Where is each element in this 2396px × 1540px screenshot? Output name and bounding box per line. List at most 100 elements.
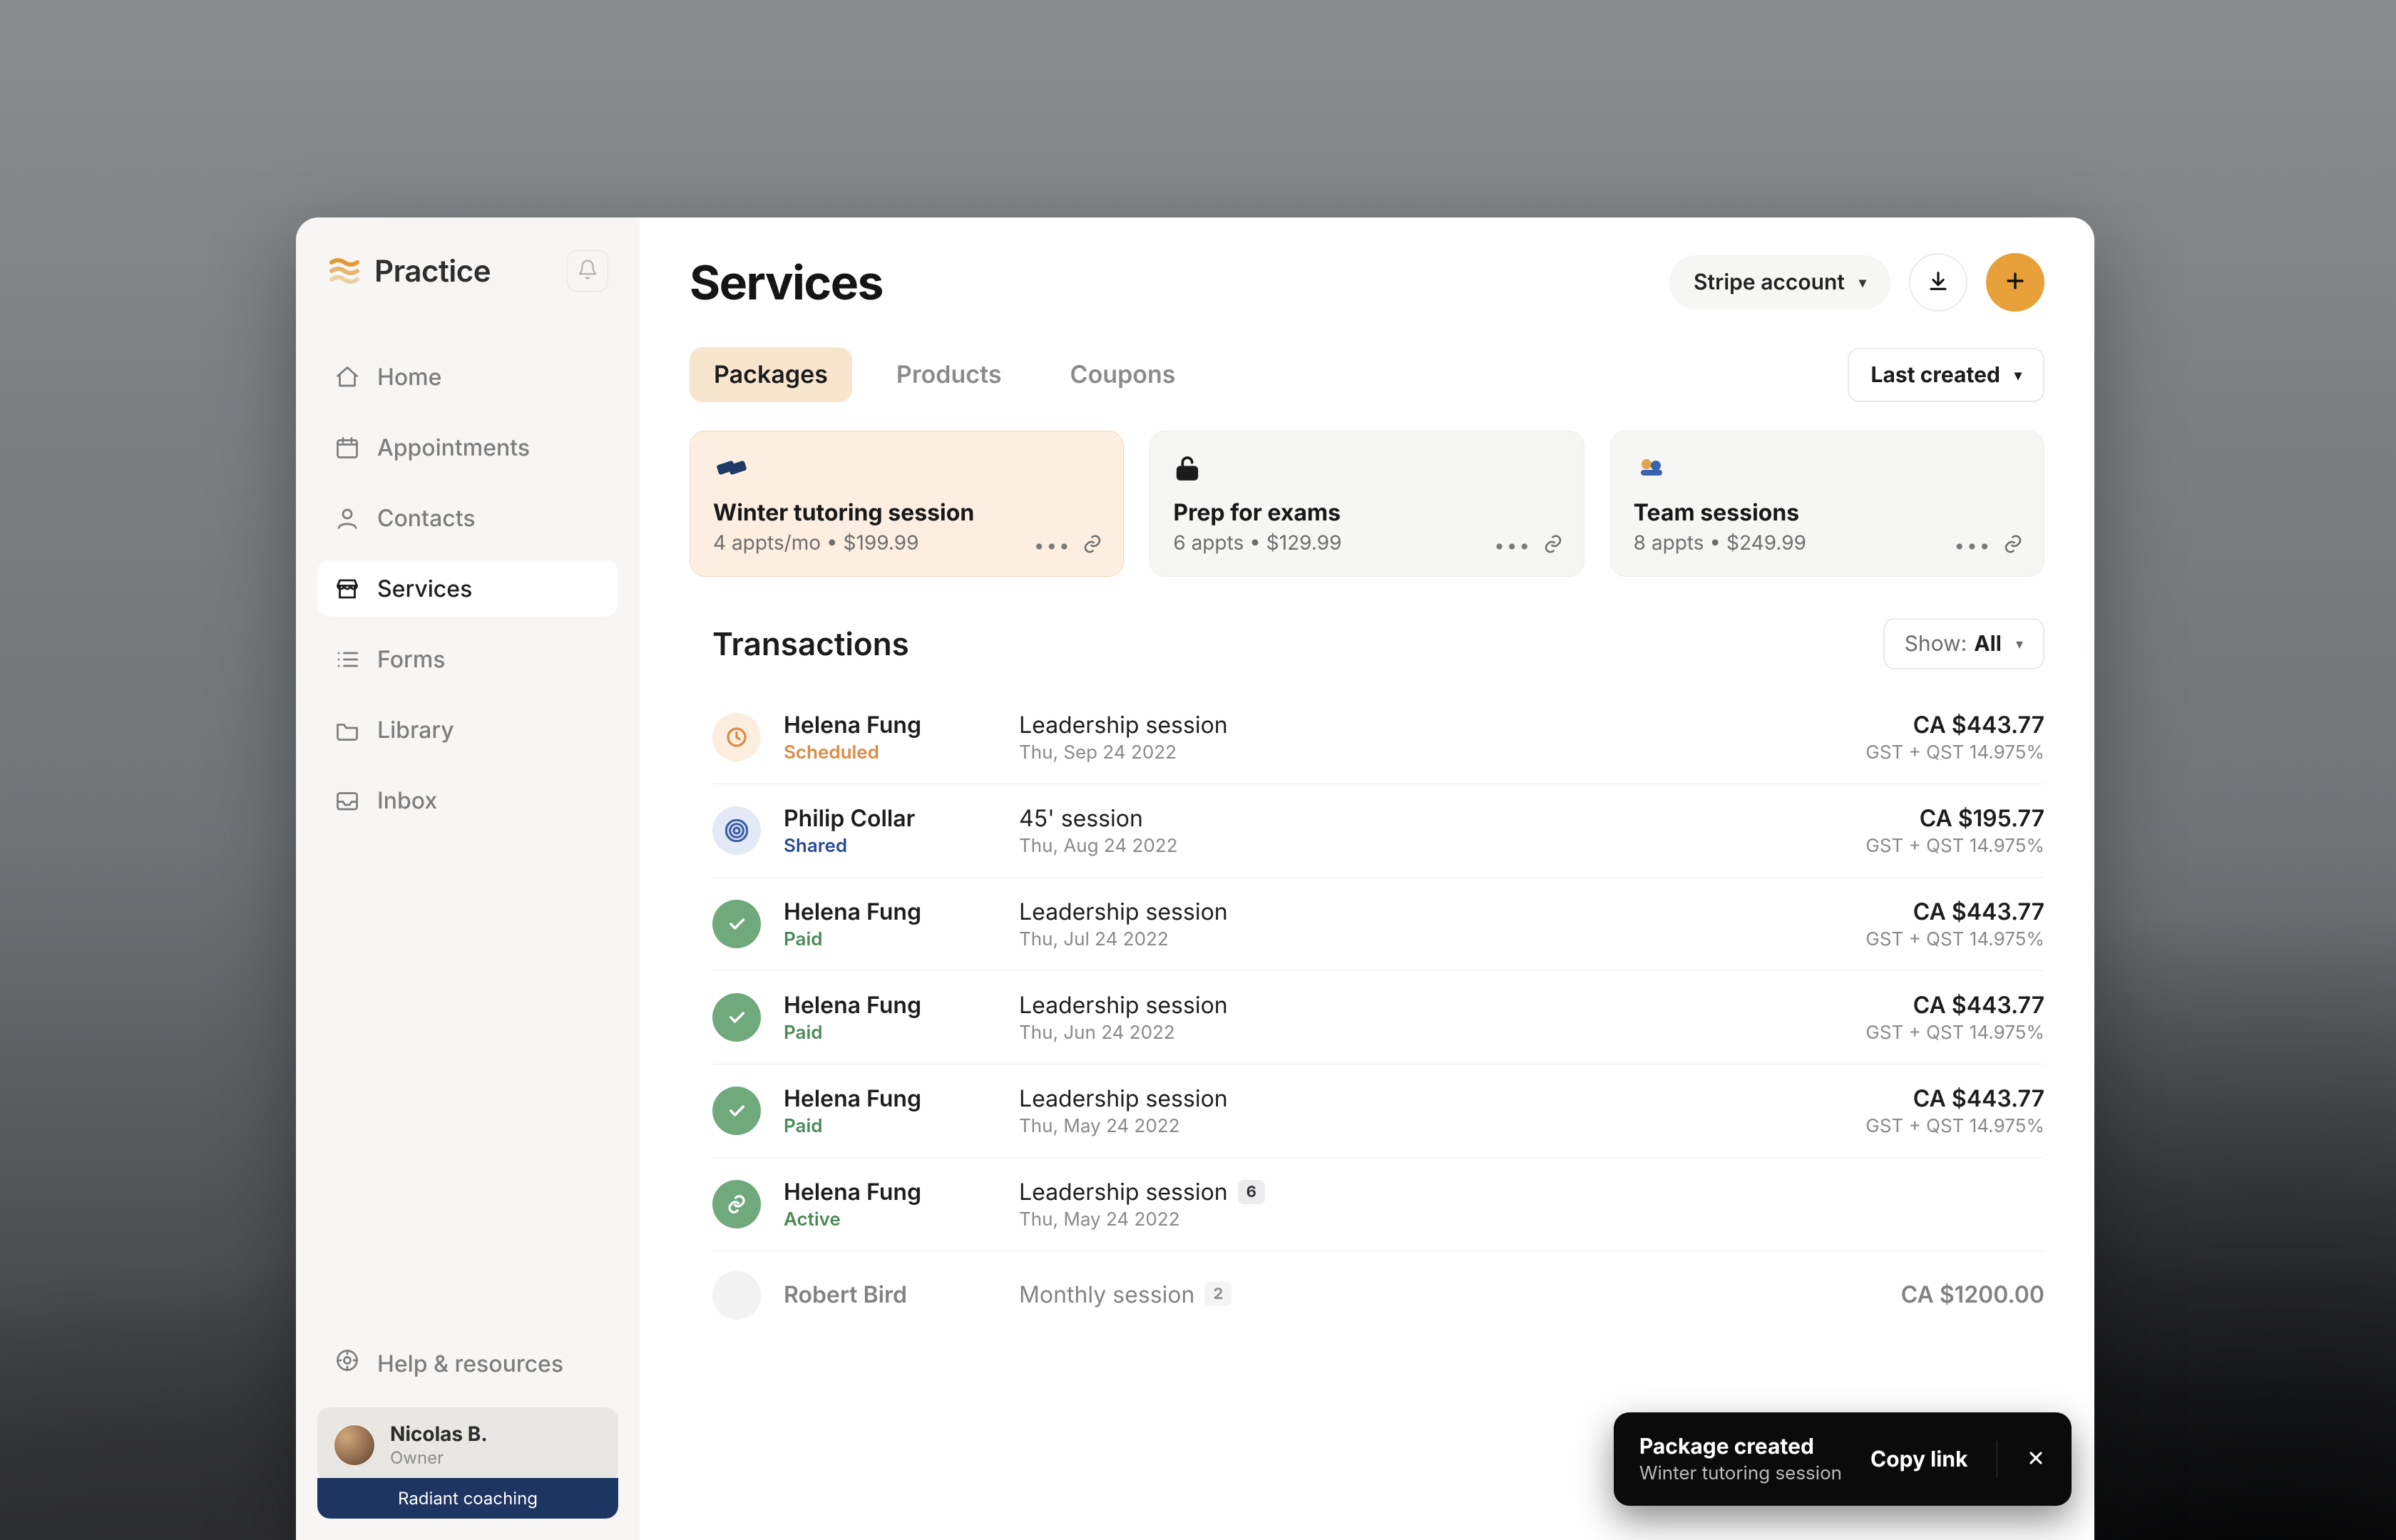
transaction-amount: CA $1200.00 [1788,1280,2044,1308]
filter-prefix: Show: [1905,631,1967,657]
stripe-account-dropdown[interactable]: Stripe account ▾ [1669,255,1890,309]
transaction-status: Paid [784,1115,1012,1137]
transaction-row[interactable]: Helena Fung Scheduled Leadership session… [712,691,2044,784]
tab-packages[interactable]: Packages [690,347,852,402]
sidebar-nav: Home Appointments Contacts Services [317,349,618,828]
user-card[interactable]: Nicolas B. Owner [317,1407,618,1482]
transaction-row[interactable]: Helena Fung Paid Leadership session Thu,… [712,878,2044,971]
org-switcher[interactable]: Radiant coaching [317,1478,618,1519]
transaction-name: Robert Bird [784,1280,1012,1308]
sort-label: Last created [1870,362,2000,388]
package-list: Winter tutoring session 4 appts/mo • $19… [690,431,2044,577]
tabs: Packages Products Coupons [690,347,1200,402]
inbox-icon [334,788,360,813]
sidebar-item-home[interactable]: Home [317,349,618,405]
session-count-badge: 2 [1204,1282,1232,1306]
copy-link-button[interactable] [2001,533,2025,558]
brand[interactable]: Practice [327,252,491,289]
storefront-icon [334,576,360,602]
sidebar-item-inbox[interactable]: Inbox [317,772,618,828]
transaction-date: Thu, May 24 2022 [1019,1208,1781,1231]
sidebar-item-services[interactable]: Services [317,560,618,617]
transaction-date: Thu, Jun 24 2022 [1019,1022,1781,1044]
tickets-icon [713,453,1100,484]
sidebar-item-contacts[interactable]: Contacts [317,490,618,546]
package-card[interactable]: Winter tutoring session 4 appts/mo • $19… [690,431,1124,577]
download-button[interactable] [1909,253,1967,312]
transaction-session: Leadership session [1019,1084,1781,1112]
more-button[interactable]: ••• [1961,533,1985,558]
transaction-row[interactable]: Helena Fung Paid Leadership session Thu,… [712,971,2044,1064]
sidebar-item-library[interactable]: Library [317,702,618,758]
tabs-row: Packages Products Coupons Last created ▾ [690,347,2044,402]
transaction-status: Shared [784,835,1012,857]
sidebar-item-forms[interactable]: Forms [317,631,618,687]
more-button[interactable]: ••• [1501,533,1525,558]
transaction-status: Scheduled [784,741,1012,764]
page-title: Services [690,254,883,311]
transaction-name: Helena Fung [784,1084,1012,1112]
main: Services Stripe account ▾ [640,217,2094,1540]
transaction-tax: GST + QST 14.975% [1788,928,2044,950]
caret-down-icon: ▾ [1859,274,1866,291]
transaction-date: Thu, Jul 24 2022 [1019,928,1781,950]
sidebar-item-help[interactable]: Help & resources [317,1333,618,1393]
transaction-status: Paid [784,1022,1012,1044]
package-title: Winter tutoring session [713,498,1100,526]
transaction-status-icon [712,1180,761,1228]
create-button[interactable] [1986,253,2044,312]
transaction-name: Philip Collar [784,804,1012,832]
transaction-tax: GST + QST 14.975% [1788,835,2044,857]
more-icon: ••• [1955,535,1992,557]
sort-dropdown[interactable]: Last created ▾ [1848,348,2044,402]
transaction-tax: GST + QST 14.975% [1788,1115,2044,1137]
copy-link-button[interactable] [1080,533,1105,558]
transaction-status-icon [712,713,761,761]
toast-copy-link-button[interactable]: Copy link [1870,1447,1967,1472]
caret-down-icon: ▾ [2014,366,2022,384]
tab-coupons[interactable]: Coupons [1046,347,1200,402]
transaction-tax: GST + QST 14.975% [1788,741,2044,764]
sidebar-header: Practice [317,250,618,292]
transaction-session: Leadership session [1019,711,1781,739]
group-icon [1634,453,2021,484]
notifications-button[interactable] [567,250,608,292]
download-icon [1926,269,1950,296]
app-window: Practice Home Appointments [296,217,2094,1540]
transaction-row[interactable]: Helena Fung Paid Leadership session Thu,… [712,1064,2044,1158]
transaction-session: 45' session [1019,804,1781,832]
help-icon [334,1348,360,1379]
sidebar-item-label: Inbox [377,786,437,814]
tab-label: Products [896,360,1002,389]
user-role: Owner [390,1447,488,1468]
copy-link-button[interactable] [1541,533,1565,558]
transaction-status-icon [712,993,761,1042]
more-button[interactable]: ••• [1040,533,1065,558]
sidebar-item-appointments[interactable]: Appointments [317,419,618,476]
package-actions: ••• [1040,533,1105,558]
transaction-name: Helena Fung [784,991,1012,1019]
transaction-session: Leadership session [1019,1178,1228,1206]
transaction-status-icon [712,900,761,948]
transactions-filter[interactable]: Show: All ▾ [1883,618,2044,669]
transaction-row[interactable]: Robert Bird Monthly session 2 CA $1200.0… [712,1251,2044,1340]
transactions-title: Transactions [690,625,909,663]
transaction-name: Helena Fung [784,1178,1012,1206]
package-card[interactable]: Prep for exams 6 appts • $129.99 ••• [1150,431,1584,577]
toast-subtitle: Winter tutoring session [1639,1462,1842,1484]
tab-products[interactable]: Products [872,347,1026,402]
tab-label: Packages [714,360,828,389]
avatar [333,1424,376,1467]
filter-value: All [1974,631,2002,657]
transaction-row[interactable]: Helena Fung Active Leadership session 6 … [712,1158,2044,1251]
transaction-status-icon [712,1271,761,1320]
transaction-row[interactable]: Philip Collar Shared 45' session Thu, Au… [712,784,2044,878]
divider [1997,1441,1998,1478]
toast-close-button[interactable] [2026,1448,2046,1471]
folder-icon [334,717,360,743]
sidebar-item-label: Services [377,575,472,602]
bell-icon [577,259,598,283]
list-icon [334,647,360,672]
package-card[interactable]: Team sessions 8 appts • $249.99 ••• [1610,431,2044,577]
help-label: Help & resources [377,1350,563,1377]
